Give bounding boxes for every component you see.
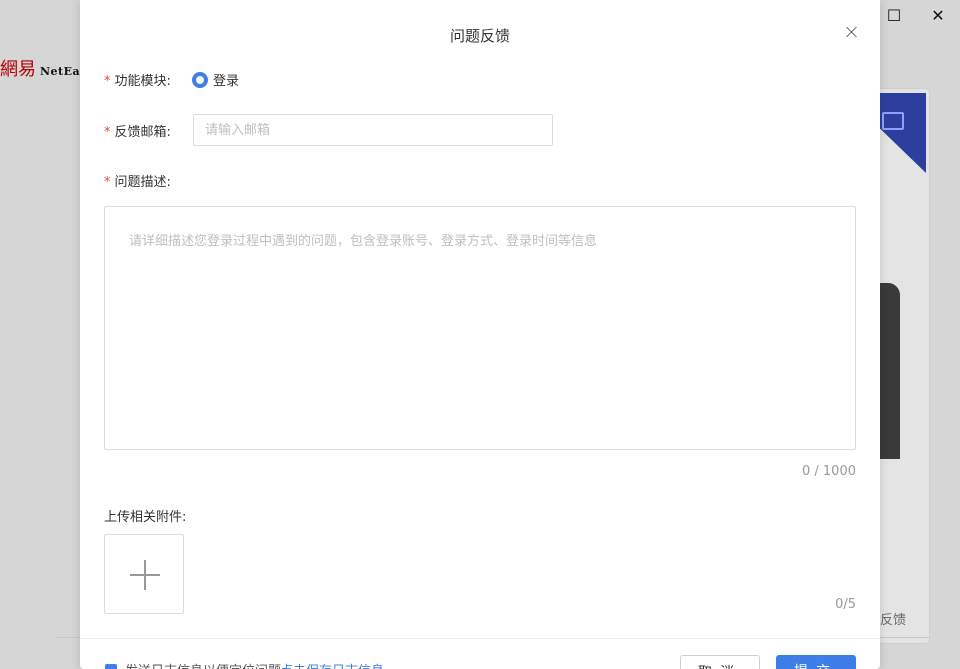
background-feedback-text: 反馈 (880, 613, 907, 628)
module-radio-label: 登录 (213, 74, 240, 89)
required-mark: * (104, 125, 111, 140)
radio-checked-icon (192, 71, 208, 88)
close-window-icon[interactable]: ✕ (928, 6, 948, 26)
submit-button[interactable]: 提交 (776, 655, 856, 669)
phone-illustration (878, 283, 900, 459)
footer-divider (80, 638, 880, 639)
send-log-label: 发送日志信息以便定位问题 (125, 660, 281, 669)
description-label-text: 问题描述: (114, 175, 171, 190)
logo-cn-text: 網易 (0, 59, 36, 80)
attachment-count: 0/5 (835, 597, 856, 612)
module-label-text: 功能模块: (114, 74, 171, 89)
email-label-text: 反馈邮箱: (114, 125, 171, 140)
monitor-icon (882, 112, 904, 130)
required-mark: * (104, 175, 111, 190)
send-log-checkbox[interactable] (105, 664, 117, 669)
save-log-link[interactable]: 点击保存日志信息 (280, 660, 384, 669)
close-dialog-icon[interactable] (844, 24, 860, 40)
required-mark: * (104, 74, 111, 89)
maximize-icon[interactable]: ☐ (884, 6, 904, 26)
attachments-label: 上传相关附件: (104, 510, 187, 525)
email-input[interactable] (193, 114, 553, 146)
email-label: * 反馈邮箱: (104, 121, 171, 140)
dialog-title: 问题反馈 (449, 27, 510, 45)
plus-icon-vertical (144, 560, 146, 590)
upload-attachment-button[interactable] (104, 534, 184, 614)
feedback-dialog: 问题反馈 *功能模块: 登录 *反馈邮箱: *问题描述: 0 / 1000 上传… (80, 0, 880, 669)
description-label: * 问题描述: (104, 171, 171, 190)
module-label: * 功能模块: (104, 70, 171, 89)
description-textarea[interactable] (104, 206, 856, 450)
netease-logo: 網易 NetEa (0, 55, 80, 81)
module-radio-login[interactable]: 登录 (192, 70, 239, 89)
cancel-button[interactable]: 取消 (680, 655, 760, 669)
description-char-count: 0 / 1000 (802, 464, 856, 479)
logo-en-text: NetEa (40, 65, 81, 78)
